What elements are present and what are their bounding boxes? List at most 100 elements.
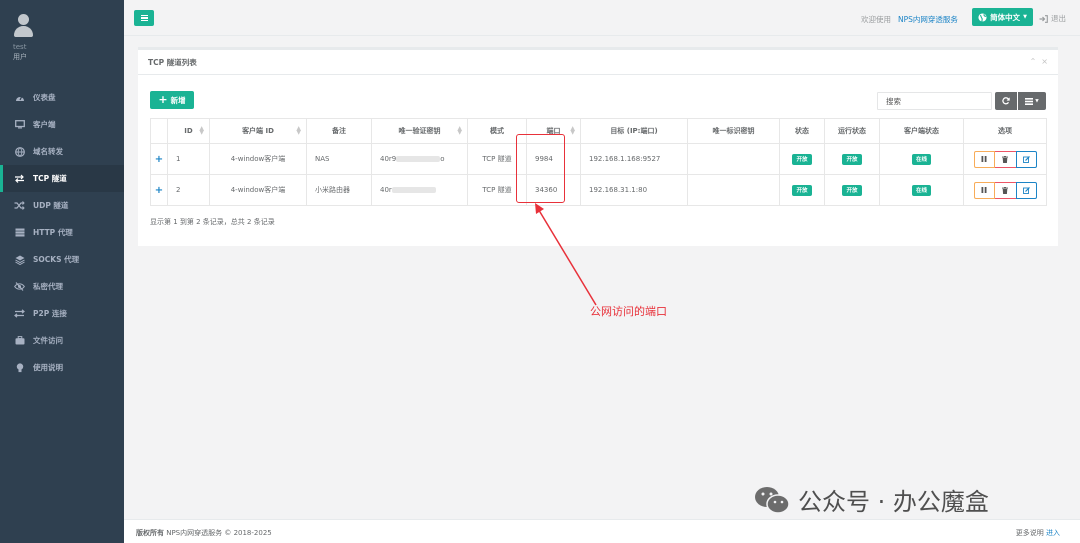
- sign-out-icon: [1039, 14, 1048, 23]
- column-header-target: 目标 (IP:端口): [580, 118, 688, 144]
- columns-toggle-button[interactable]: ▼: [1018, 92, 1046, 110]
- sidebar-item-private[interactable]: 私密代理: [0, 273, 124, 300]
- avatar-icon: [13, 14, 33, 38]
- watermark-text: 公众号 · 办公魔盒: [798, 488, 989, 516]
- wechat-icon: [755, 486, 790, 514]
- expand-header: [150, 118, 168, 144]
- user-profile: test 用户: [0, 0, 124, 80]
- close-icon[interactable]: ×: [1041, 57, 1048, 74]
- column-header-verify-key[interactable]: 唯一验证密钥 ▲ ▼: [371, 118, 468, 144]
- sidebar-item-label: 文件访问: [33, 336, 63, 345]
- refresh-icon: [1002, 97, 1010, 105]
- cell-id: 1: [167, 143, 210, 175]
- cell-id: 2: [167, 174, 210, 206]
- sidebar-item-tcp[interactable]: TCP 隧道: [0, 165, 124, 192]
- exchange-icon: [14, 309, 25, 319]
- plus-icon: +: [154, 184, 164, 196]
- brand-link[interactable]: NPS内网穿透服务: [898, 14, 958, 25]
- sidebar-item-label: HTTP 代理: [33, 228, 73, 237]
- sidebar-item-help[interactable]: 使用说明: [0, 354, 124, 381]
- expand-row-button[interactable]: +: [150, 143, 168, 175]
- cell-verify-key: 40r9 o: [371, 143, 468, 175]
- column-header-remark: 备注: [306, 118, 372, 144]
- sidebar-item-udp[interactable]: UDP 隧道: [0, 192, 124, 219]
- username[interactable]: test: [13, 43, 124, 51]
- sidebar-item-label: TCP 隧道: [33, 174, 67, 183]
- pagination-info: 显示第 1 到第 2 条记录，总共 2 条记录: [150, 218, 275, 226]
- cell-uid: [687, 174, 780, 206]
- edit-button[interactable]: [1015, 181, 1037, 199]
- sidebar-item-label: 客户端: [33, 120, 56, 129]
- pause-button[interactable]: [973, 150, 995, 168]
- layers-icon: [14, 255, 25, 265]
- cell-verify-key: 40r: [371, 174, 468, 206]
- status-badge: 开放: [842, 153, 862, 165]
- logout-link[interactable]: 退出: [1039, 13, 1066, 24]
- sidebar-item-dashboard[interactable]: 仪表盘: [0, 84, 124, 111]
- cell-remark: 小米路由器: [306, 174, 372, 206]
- edit-button[interactable]: [1015, 150, 1037, 168]
- globe-icon: [978, 12, 987, 22]
- cell-run-status: 开放: [824, 174, 880, 206]
- edit-icon: [1022, 155, 1030, 163]
- annotation-label: 公网访问的端口: [590, 305, 667, 318]
- language-label: 简体中文: [990, 12, 1021, 22]
- sidebar-item-p2p[interactable]: P2P 连接: [0, 300, 124, 327]
- sidebar-item-http[interactable]: HTTP 代理: [0, 219, 124, 246]
- cell-options: [963, 174, 1047, 206]
- sidebar-item-label: P2P 连接: [33, 309, 67, 318]
- column-header-client-id[interactable]: 客户端 ID ▲ ▼: [209, 118, 307, 144]
- refresh-button[interactable]: [995, 92, 1017, 110]
- pause-button[interactable]: [973, 181, 995, 199]
- pause-icon: [981, 156, 987, 162]
- cell-status: 开放: [779, 174, 825, 206]
- user-role: 用户: [13, 53, 27, 61]
- sidebar-nav: 仪表盘 客户端 域名转发 TCP 隧道 UDP 隧道 HTTP 代理 SOCKS…: [0, 84, 124, 381]
- cell-status: 开放: [779, 143, 825, 175]
- caret-down-icon: ▼: [1035, 98, 1039, 104]
- top-bar: 欢迎使用 NPS内网穿透服务 简体中文 ▼ 退出: [124, 0, 1080, 36]
- cell-client: 4-window客户端: [209, 143, 307, 175]
- column-header-run-status: 运行状态: [824, 118, 880, 144]
- table-header-row: ID ▲ ▼ 客户端 ID ▲ ▼ 备注 唯一验证密钥 ▲ ▼ 模式 端口 ▲ ▼ 目标 (IP…: [150, 118, 1047, 144]
- sidebar-item-label: UDP 隧道: [33, 201, 69, 210]
- cell-uid: [687, 143, 780, 175]
- caret-down-icon: ▼: [1023, 14, 1027, 20]
- search-input[interactable]: [877, 92, 992, 110]
- language-dropdown[interactable]: 简体中文 ▼: [972, 8, 1033, 26]
- sidebar-item-label: 私密代理: [33, 282, 63, 291]
- redacted-blur: [391, 187, 436, 193]
- column-header-options: 选项: [963, 118, 1047, 144]
- delete-button[interactable]: [994, 181, 1016, 199]
- edit-icon: [1022, 186, 1030, 194]
- table-row: + 1 4-window客户端 NAS 40r9 o TCP 隧道 9984 19…: [150, 143, 1047, 175]
- plus-icon: +: [158, 93, 168, 106]
- enter-link[interactable]: 进入: [1046, 529, 1060, 537]
- column-header-id[interactable]: ID ▲ ▼: [167, 118, 210, 144]
- collapse-icon[interactable]: ⌃: [1030, 57, 1037, 74]
- expand-row-button[interactable]: +: [150, 174, 168, 206]
- cell-options: [963, 143, 1047, 175]
- delete-button[interactable]: [994, 150, 1016, 168]
- panel-title: TCP 隧道列表: [148, 58, 197, 67]
- cell-remark: NAS: [306, 143, 372, 175]
- list-icon: [1025, 97, 1034, 105]
- trash-icon: [1002, 186, 1008, 194]
- menu-toggle-button[interactable]: [134, 10, 154, 26]
- cell-run-status: 开放: [824, 143, 880, 175]
- sidebar-item-socks[interactable]: SOCKS 代理: [0, 246, 124, 273]
- footer: 版权所有 NPS内网穿透服务 © 2018-2025 更多说明 进入: [124, 519, 1080, 543]
- column-header-client-status: 客户端状态: [879, 118, 964, 144]
- sidebar-item-client[interactable]: 客户端: [0, 111, 124, 138]
- sidebar: test 用户 仪表盘 客户端 域名转发 TCP 隧道 UDP 隧道 HTTP …: [0, 0, 124, 543]
- status-badge: 在线: [911, 184, 931, 196]
- eye-slash-icon: [14, 282, 25, 292]
- panel-tools: ⌃ ×: [1030, 57, 1048, 74]
- plus-icon: +: [154, 153, 164, 165]
- cell-client: 4-window客户端: [209, 174, 307, 206]
- add-tunnel-button[interactable]: + 新增: [150, 91, 194, 109]
- tunnel-table: ID ▲ ▼ 客户端 ID ▲ ▼ 备注 唯一验证密钥 ▲ ▼ 模式 端口 ▲ ▼ 目标 (IP…: [150, 118, 1047, 206]
- sidebar-item-domain[interactable]: 域名转发: [0, 138, 124, 165]
- sidebar-item-file[interactable]: 文件访问: [0, 327, 124, 354]
- add-label: 新增: [170, 95, 186, 105]
